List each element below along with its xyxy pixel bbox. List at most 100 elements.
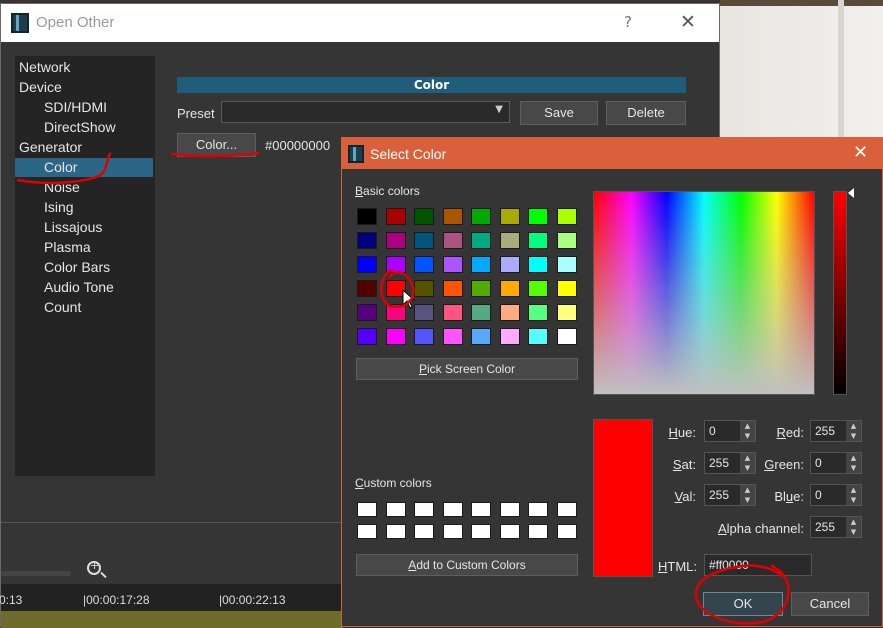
custom-color-swatch[interactable] [414,502,434,517]
basic-color-swatch[interactable] [499,208,520,225]
tree-item-audio-tone[interactable]: Audio Tone [44,278,149,297]
basic-color-swatch[interactable] [528,232,548,249]
alpha-spinbox[interactable]: 255 ▲ ▼ [810,516,862,538]
close-icon[interactable]: ✕ [680,11,696,33]
custom-color-swatch[interactable] [499,502,520,517]
basic-color-swatch[interactable] [499,256,520,273]
basic-color-swatch[interactable] [556,328,577,345]
basic-color-swatch[interactable] [442,328,463,345]
basic-color-swatch[interactable] [442,304,463,321]
spin-down-icon[interactable]: ▼ [846,431,861,441]
basic-color-swatch[interactable] [385,232,406,249]
basic-color-swatch[interactable] [528,328,548,345]
preset-combo[interactable]: ▼ [221,101,510,123]
tree-item-count[interactable]: Count [44,298,149,317]
custom-color-swatch[interactable] [442,524,463,539]
basic-color-swatch[interactable] [357,208,377,225]
basic-color-swatch[interactable] [357,304,377,321]
basic-color-swatch[interactable] [499,280,520,297]
blue-spinbox[interactable]: 0 ▲ ▼ [810,484,862,506]
basic-color-swatch[interactable] [556,304,577,321]
basic-color-swatch[interactable] [414,280,434,297]
hue-spinbox[interactable]: 0 ▲ ▼ [704,420,756,442]
timeline-ruler[interactable]: 0:13 |00:00:17:28 |00:00:22:13 [0,584,343,628]
custom-color-swatch[interactable] [357,524,377,539]
delete-button[interactable]: Delete [606,101,686,125]
basic-color-swatch[interactable] [442,256,463,273]
spin-up-icon[interactable]: ▲ [846,453,861,463]
tree-item-directshow[interactable]: DirectShow [44,118,149,137]
custom-color-swatch[interactable] [385,524,406,539]
save-button[interactable]: Save [520,101,598,125]
basic-color-swatch[interactable] [556,232,577,249]
val-spinbox[interactable]: 255 ▲ ▼ [704,484,756,506]
spin-up-icon[interactable]: ▲ [846,421,861,431]
basic-color-swatch[interactable] [357,232,377,249]
basic-color-swatch[interactable] [414,328,434,345]
basic-color-swatch[interactable] [357,328,377,345]
tree-item-plasma[interactable]: Plasma [44,238,149,257]
basic-color-swatch[interactable] [357,280,377,297]
value-slider-handle-icon[interactable] [848,188,854,198]
spin-up-icon[interactable]: ▲ [846,517,861,527]
tree-item-ising[interactable]: Ising [44,198,149,217]
custom-color-swatch[interactable] [499,524,520,539]
tree-item-color[interactable]: Color [15,158,153,177]
custom-color-swatch[interactable] [442,502,463,517]
help-button[interactable]: ? [624,13,632,31]
basic-color-swatch[interactable] [528,256,548,273]
pick-screen-color-button[interactable]: Pick Screen Color [356,358,578,380]
spin-down-icon[interactable]: ▼ [846,463,861,473]
basic-color-swatch[interactable] [471,208,491,225]
basic-color-swatch[interactable] [556,256,577,273]
basic-color-swatch[interactable] [528,304,548,321]
ok-button[interactable]: OK [703,592,783,616]
custom-color-swatch[interactable] [471,524,491,539]
basic-color-swatch[interactable] [385,208,406,225]
basic-color-swatch[interactable] [499,328,520,345]
basic-color-swatch[interactable] [471,232,491,249]
red-spinbox[interactable]: 255 ▲ ▼ [810,420,862,442]
basic-color-swatch[interactable] [414,256,434,273]
basic-color-swatch[interactable] [414,232,434,249]
custom-color-swatch[interactable] [528,502,548,517]
basic-color-swatch[interactable] [499,232,520,249]
hue-saturation-picker[interactable] [593,191,815,395]
basic-color-swatch[interactable] [499,304,520,321]
close-icon[interactable]: ✕ [853,142,868,163]
spin-up-icon[interactable]: ▲ [846,485,861,495]
basic-color-swatch[interactable] [471,304,491,321]
spin-down-icon[interactable]: ▼ [846,495,861,505]
custom-color-swatch[interactable] [528,524,548,539]
basic-color-swatch[interactable] [442,208,463,225]
basic-color-swatch[interactable] [471,256,491,273]
cancel-button[interactable]: Cancel [791,592,869,616]
custom-color-swatch[interactable] [556,502,577,517]
add-custom-colors-button[interactable]: Add to Custom Colors [356,554,578,576]
timeline-scrollbar[interactable] [1,571,71,576]
tree-item-noise[interactable]: Noise [44,178,149,197]
sat-spinbox[interactable]: 255 ▲ ▼ [704,452,756,474]
custom-color-swatch[interactable] [357,502,377,517]
color-button[interactable]: Color... [177,133,256,157]
basic-color-swatch[interactable] [528,208,548,225]
tree-item-lissajous[interactable]: Lissajous [44,218,149,237]
basic-color-swatch[interactable] [385,328,406,345]
custom-color-swatch[interactable] [385,502,406,517]
tree-item-sdi-hdmi[interactable]: SDI/HDMI [44,98,149,117]
custom-color-swatch[interactable] [556,524,577,539]
custom-color-swatch[interactable] [471,502,491,517]
basic-color-swatch[interactable] [442,232,463,249]
basic-color-swatch[interactable] [556,208,577,225]
green-spinbox[interactable]: 0 ▲ ▼ [810,452,862,474]
basic-color-swatch[interactable] [414,304,434,321]
basic-color-swatch[interactable] [471,328,491,345]
zoom-in-icon[interactable]: + [87,559,101,575]
value-slider[interactable] [833,191,847,395]
html-field[interactable]: #ff0000 [704,554,812,576]
basic-color-swatch[interactable] [357,256,377,273]
tree-item-network[interactable]: Network [19,58,149,77]
spin-down-icon[interactable]: ▼ [846,527,861,537]
basic-color-swatch[interactable] [385,256,406,273]
basic-color-swatch[interactable] [471,280,491,297]
